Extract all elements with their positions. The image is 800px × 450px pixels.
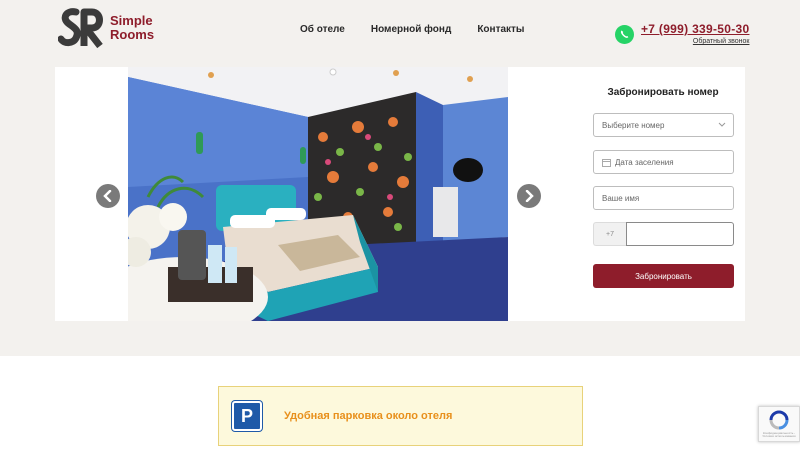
chevron-down-icon <box>718 122 726 127</box>
booking-title: Забронировать номер <box>607 87 719 98</box>
carousel-prev-button[interactable] <box>96 184 120 208</box>
phone-input[interactable] <box>626 222 734 246</box>
whatsapp-icon[interactable] <box>615 25 634 44</box>
phone-text: +7 (999) 339-50-30 Обратный звонок <box>641 22 749 45</box>
nav-about[interactable]: Об отеле <box>300 24 345 35</box>
logo-mark <box>57 6 104 50</box>
parking-icon: P <box>232 401 262 431</box>
nav-rooms[interactable]: Номерной фонд <box>371 24 451 35</box>
hero-card: Забронировать номер Выберите номер Дата … <box>55 67 745 321</box>
logo-line-1: Simple <box>110 13 153 28</box>
callback-link[interactable]: Обратный звонок <box>693 38 750 45</box>
main-nav: Об отеле Номерной фонд Контакты <box>300 24 524 35</box>
recaptcha-badge[interactable]: Конфиденциальность - Условия использован… <box>758 406 800 442</box>
phone-link[interactable]: +7 (999) 339-50-30 <box>641 22 749 36</box>
logo-line-2: Rooms <box>110 27 155 42</box>
chevron-right-icon <box>525 190 534 202</box>
logo-text: Simple Rooms <box>110 14 154 42</box>
recaptcha-icon <box>769 410 789 430</box>
room-select[interactable]: Выберите номер <box>593 113 734 137</box>
name-field[interactable]: Ваше имя <box>593 186 734 210</box>
phone-prefix: +7 <box>593 222 626 246</box>
name-placeholder: Ваше имя <box>602 193 640 203</box>
book-button[interactable]: Забронировать <box>593 264 734 288</box>
nav-contacts[interactable]: Контакты <box>477 24 524 35</box>
parking-text: Удобная парковка около отеля <box>284 410 453 422</box>
checkin-date-field[interactable]: Дата заселения <box>593 150 734 174</box>
logo[interactable]: Simple Rooms <box>57 6 154 50</box>
contact-block: +7 (999) 339-50-30 Обратный звонок <box>615 22 749 45</box>
carousel-next-button[interactable] <box>517 184 541 208</box>
parking-banner: P Удобная парковка около отеля <box>218 386 583 446</box>
checkin-date-placeholder: Дата заселения <box>615 157 674 167</box>
room-photo <box>128 67 508 321</box>
calendar-icon <box>602 158 611 167</box>
phone-field: +7 <box>593 222 734 246</box>
recaptcha-caption[interactable]: Конфиденциальность - Условия использован… <box>759 432 799 438</box>
room-select-value: Выберите номер <box>602 120 665 130</box>
chevron-left-icon <box>103 190 112 202</box>
